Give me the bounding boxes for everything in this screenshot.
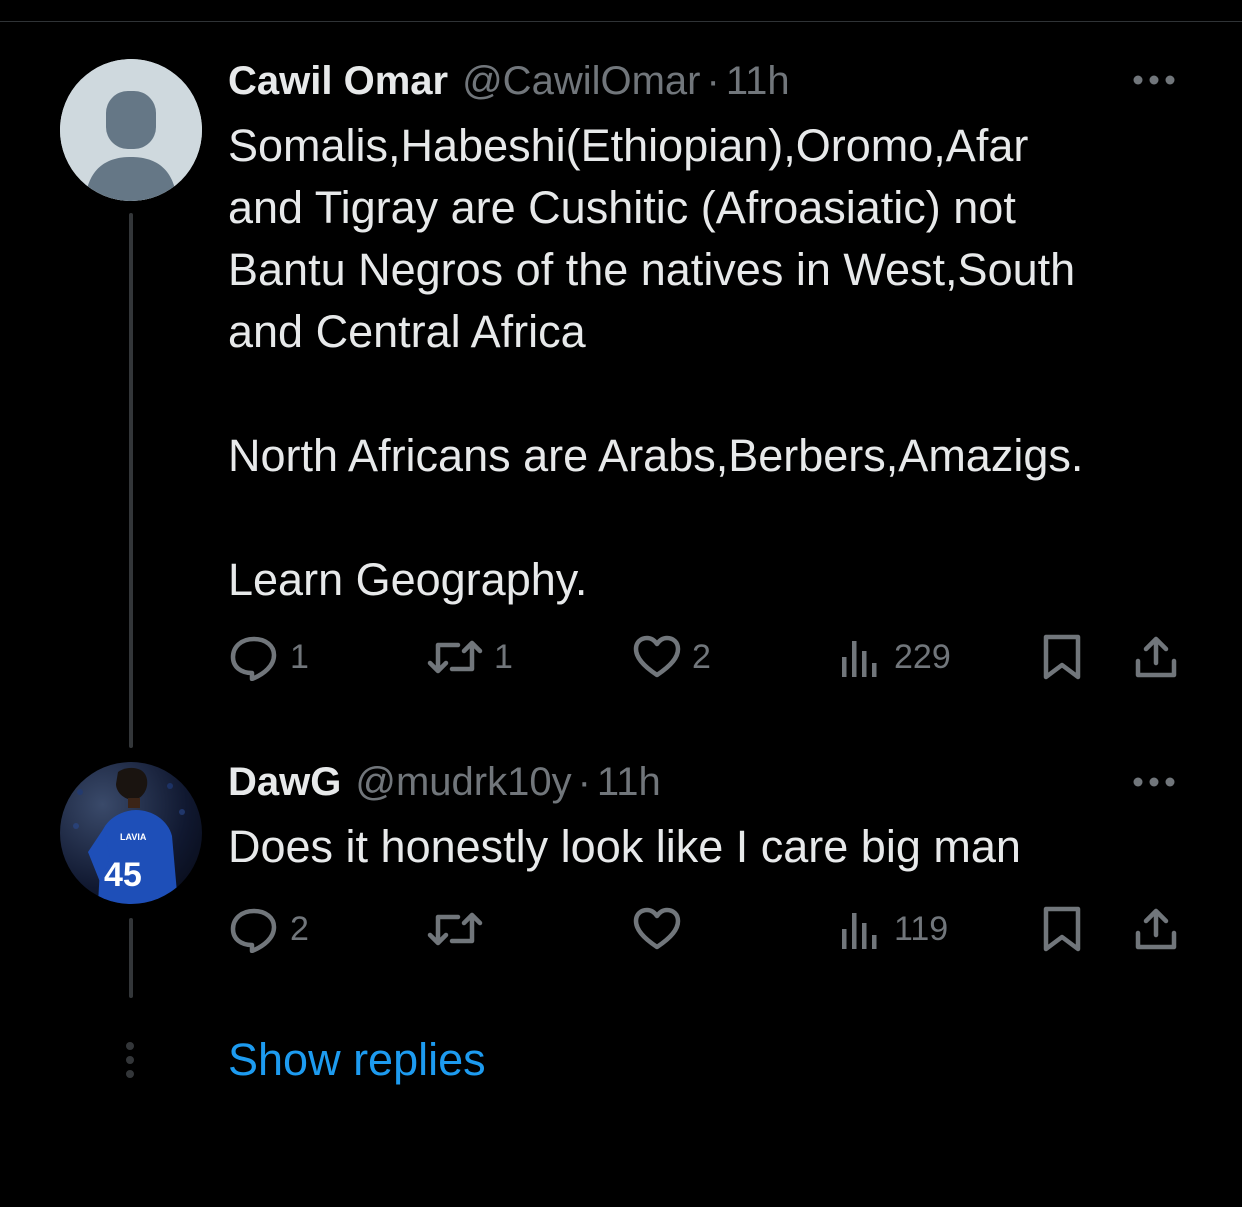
reply-button[interactable]: 1 bbox=[228, 632, 309, 682]
retweet-count: 1 bbox=[494, 637, 513, 676]
reply-button[interactable]: 2 bbox=[228, 904, 309, 954]
views-button[interactable]: 119 bbox=[838, 904, 948, 954]
reply-icon bbox=[230, 908, 277, 953]
bookmark-icon bbox=[1043, 906, 1081, 952]
footballer-photo-avatar: LAVIA 45 bbox=[73, 767, 185, 904]
tweet-actions: 2 119 bbox=[228, 904, 1188, 954]
avatar-cawil-omar[interactable] bbox=[60, 59, 202, 201]
share-button[interactable] bbox=[1132, 632, 1180, 682]
like-button[interactable]: 2 bbox=[632, 632, 711, 682]
views-count: 229 bbox=[894, 637, 951, 676]
more-replies-dots-icon bbox=[123, 1040, 137, 1080]
reply-count: 1 bbox=[290, 637, 309, 676]
share-icon bbox=[1135, 636, 1177, 678]
share-button[interactable] bbox=[1132, 904, 1180, 954]
avatar-dawg[interactable]: LAVIA 45 bbox=[60, 762, 202, 904]
bookmark-button[interactable] bbox=[1040, 904, 1084, 954]
user-handle[interactable]: @CawilOmar bbox=[462, 57, 700, 105]
timestamp[interactable]: 11h bbox=[726, 57, 790, 105]
more-options-icon[interactable] bbox=[1130, 70, 1178, 90]
separator: · bbox=[706, 59, 720, 103]
thread-line bbox=[129, 213, 133, 748]
bookmark-icon bbox=[1043, 634, 1081, 680]
views-count: 119 bbox=[894, 909, 949, 948]
reply-icon bbox=[230, 636, 277, 681]
views-button[interactable]: 229 bbox=[838, 632, 951, 682]
like-count: 2 bbox=[692, 637, 711, 676]
heart-icon bbox=[633, 907, 681, 950]
heart-icon bbox=[633, 635, 681, 678]
jersey-number: 45 bbox=[104, 856, 142, 894]
like-button[interactable] bbox=[632, 904, 692, 954]
tweet-text: Somalis,Habeshi(Ethiopian),Oromo,Afar an… bbox=[228, 120, 1084, 605]
display-name[interactable]: DawG bbox=[228, 758, 341, 806]
separator: · bbox=[577, 760, 591, 804]
tweet-text: Does it honestly look like I care big ma… bbox=[228, 821, 1021, 872]
retweet-button[interactable]: 1 bbox=[426, 632, 513, 682]
top-divider bbox=[0, 21, 1242, 22]
analytics-icon bbox=[842, 913, 877, 949]
more-options-icon[interactable] bbox=[1130, 772, 1178, 792]
tweet-header: Cawil Omar @CawilOmar · 11h bbox=[228, 57, 790, 105]
tweet-header: DawG @mudrk10y · 11h bbox=[228, 758, 661, 806]
share-icon bbox=[1135, 908, 1177, 950]
analytics-icon bbox=[842, 641, 877, 677]
jersey-name: LAVIA bbox=[120, 832, 147, 842]
retweet-button[interactable] bbox=[426, 904, 494, 954]
display-name[interactable]: Cawil Omar bbox=[228, 57, 448, 105]
retweet-icon bbox=[427, 640, 483, 674]
default-profile-icon bbox=[60, 59, 202, 201]
show-replies-link[interactable]: Show replies bbox=[228, 1030, 486, 1090]
tweet-actions: 1 1 2 229 bbox=[228, 632, 1188, 682]
bookmark-button[interactable] bbox=[1040, 632, 1084, 682]
user-handle[interactable]: @mudrk10y bbox=[355, 758, 571, 806]
retweet-icon bbox=[427, 912, 483, 946]
thread-line-lower bbox=[129, 918, 133, 998]
reply-count: 2 bbox=[290, 909, 309, 948]
timestamp[interactable]: 11h bbox=[597, 758, 661, 806]
